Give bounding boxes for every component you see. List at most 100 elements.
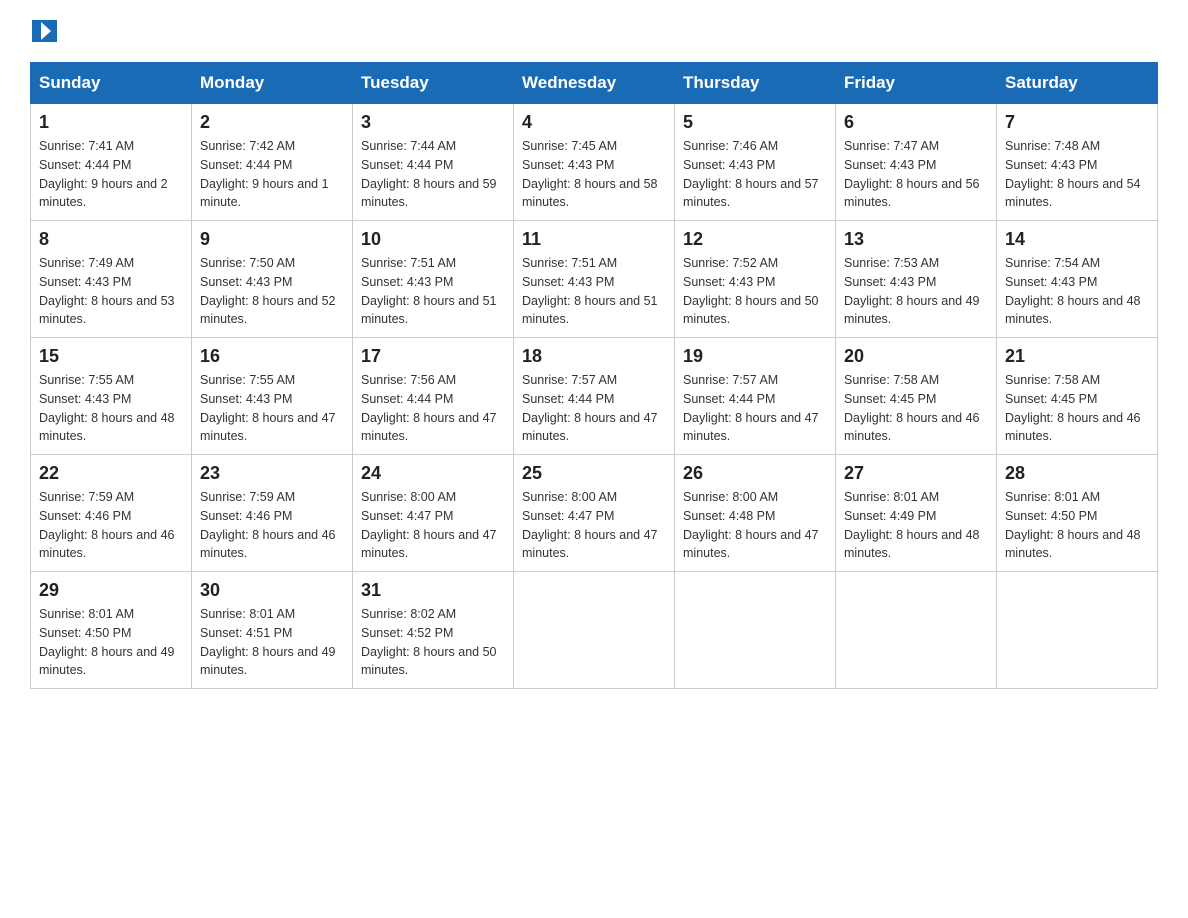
day-info: Sunrise: 7:59 AMSunset: 4:46 PMDaylight:… bbox=[200, 488, 344, 563]
day-info: Sunrise: 7:50 AMSunset: 4:43 PMDaylight:… bbox=[200, 254, 344, 329]
day-info: Sunrise: 8:01 AMSunset: 4:49 PMDaylight:… bbox=[844, 488, 988, 563]
weekday-monday: Monday bbox=[192, 63, 353, 104]
week-row-3: 15 Sunrise: 7:55 AMSunset: 4:43 PMDaylig… bbox=[31, 338, 1158, 455]
calendar-cell: 29 Sunrise: 8:01 AMSunset: 4:50 PMDaylig… bbox=[31, 572, 192, 689]
day-number: 28 bbox=[1005, 463, 1149, 484]
calendar-cell: 16 Sunrise: 7:55 AMSunset: 4:43 PMDaylig… bbox=[192, 338, 353, 455]
calendar-cell: 22 Sunrise: 7:59 AMSunset: 4:46 PMDaylig… bbox=[31, 455, 192, 572]
calendar-cell: 23 Sunrise: 7:59 AMSunset: 4:46 PMDaylig… bbox=[192, 455, 353, 572]
calendar-cell: 8 Sunrise: 7:49 AMSunset: 4:43 PMDayligh… bbox=[31, 221, 192, 338]
day-info: Sunrise: 7:52 AMSunset: 4:43 PMDaylight:… bbox=[683, 254, 827, 329]
calendar-cell: 7 Sunrise: 7:48 AMSunset: 4:43 PMDayligh… bbox=[997, 104, 1158, 221]
day-info: Sunrise: 7:51 AMSunset: 4:43 PMDaylight:… bbox=[361, 254, 505, 329]
day-number: 18 bbox=[522, 346, 666, 367]
day-info: Sunrise: 8:01 AMSunset: 4:50 PMDaylight:… bbox=[1005, 488, 1149, 563]
day-number: 29 bbox=[39, 580, 183, 601]
day-number: 27 bbox=[844, 463, 988, 484]
calendar-cell: 27 Sunrise: 8:01 AMSunset: 4:49 PMDaylig… bbox=[836, 455, 997, 572]
calendar-table: SundayMondayTuesdayWednesdayThursdayFrid… bbox=[30, 62, 1158, 689]
day-info: Sunrise: 7:47 AMSunset: 4:43 PMDaylight:… bbox=[844, 137, 988, 212]
logo bbox=[30, 20, 57, 44]
calendar-cell: 21 Sunrise: 7:58 AMSunset: 4:45 PMDaylig… bbox=[997, 338, 1158, 455]
calendar-cell: 4 Sunrise: 7:45 AMSunset: 4:43 PMDayligh… bbox=[514, 104, 675, 221]
calendar-cell: 10 Sunrise: 7:51 AMSunset: 4:43 PMDaylig… bbox=[353, 221, 514, 338]
logo-blue-box bbox=[32, 20, 57, 42]
day-info: Sunrise: 7:44 AMSunset: 4:44 PMDaylight:… bbox=[361, 137, 505, 212]
calendar-cell: 9 Sunrise: 7:50 AMSunset: 4:43 PMDayligh… bbox=[192, 221, 353, 338]
week-row-5: 29 Sunrise: 8:01 AMSunset: 4:50 PMDaylig… bbox=[31, 572, 1158, 689]
day-number: 8 bbox=[39, 229, 183, 250]
day-info: Sunrise: 7:49 AMSunset: 4:43 PMDaylight:… bbox=[39, 254, 183, 329]
day-number: 11 bbox=[522, 229, 666, 250]
day-number: 22 bbox=[39, 463, 183, 484]
day-number: 13 bbox=[844, 229, 988, 250]
weekday-thursday: Thursday bbox=[675, 63, 836, 104]
calendar-cell: 30 Sunrise: 8:01 AMSunset: 4:51 PMDaylig… bbox=[192, 572, 353, 689]
day-number: 1 bbox=[39, 112, 183, 133]
day-number: 14 bbox=[1005, 229, 1149, 250]
calendar-cell: 1 Sunrise: 7:41 AMSunset: 4:44 PMDayligh… bbox=[31, 104, 192, 221]
weekday-tuesday: Tuesday bbox=[353, 63, 514, 104]
day-number: 20 bbox=[844, 346, 988, 367]
calendar-cell: 12 Sunrise: 7:52 AMSunset: 4:43 PMDaylig… bbox=[675, 221, 836, 338]
calendar-cell bbox=[997, 572, 1158, 689]
week-row-1: 1 Sunrise: 7:41 AMSunset: 4:44 PMDayligh… bbox=[31, 104, 1158, 221]
day-number: 16 bbox=[200, 346, 344, 367]
calendar-cell: 18 Sunrise: 7:57 AMSunset: 4:44 PMDaylig… bbox=[514, 338, 675, 455]
day-number: 3 bbox=[361, 112, 505, 133]
day-info: Sunrise: 7:42 AMSunset: 4:44 PMDaylight:… bbox=[200, 137, 344, 212]
calendar-cell: 17 Sunrise: 7:56 AMSunset: 4:44 PMDaylig… bbox=[353, 338, 514, 455]
day-info: Sunrise: 7:46 AMSunset: 4:43 PMDaylight:… bbox=[683, 137, 827, 212]
day-number: 17 bbox=[361, 346, 505, 367]
calendar-cell: 3 Sunrise: 7:44 AMSunset: 4:44 PMDayligh… bbox=[353, 104, 514, 221]
day-info: Sunrise: 7:51 AMSunset: 4:43 PMDaylight:… bbox=[522, 254, 666, 329]
weekday-row: SundayMondayTuesdayWednesdayThursdayFrid… bbox=[31, 63, 1158, 104]
day-info: Sunrise: 8:00 AMSunset: 4:47 PMDaylight:… bbox=[522, 488, 666, 563]
day-info: Sunrise: 7:58 AMSunset: 4:45 PMDaylight:… bbox=[1005, 371, 1149, 446]
day-info: Sunrise: 7:57 AMSunset: 4:44 PMDaylight:… bbox=[683, 371, 827, 446]
calendar-cell: 15 Sunrise: 7:55 AMSunset: 4:43 PMDaylig… bbox=[31, 338, 192, 455]
day-info: Sunrise: 7:41 AMSunset: 4:44 PMDaylight:… bbox=[39, 137, 183, 212]
logo-arrow-icon bbox=[41, 22, 51, 40]
day-number: 9 bbox=[200, 229, 344, 250]
day-number: 23 bbox=[200, 463, 344, 484]
weekday-friday: Friday bbox=[836, 63, 997, 104]
weekday-sunday: Sunday bbox=[31, 63, 192, 104]
weekday-saturday: Saturday bbox=[997, 63, 1158, 104]
day-info: Sunrise: 7:53 AMSunset: 4:43 PMDaylight:… bbox=[844, 254, 988, 329]
day-number: 26 bbox=[683, 463, 827, 484]
day-number: 12 bbox=[683, 229, 827, 250]
calendar-cell: 31 Sunrise: 8:02 AMSunset: 4:52 PMDaylig… bbox=[353, 572, 514, 689]
calendar-cell: 19 Sunrise: 7:57 AMSunset: 4:44 PMDaylig… bbox=[675, 338, 836, 455]
day-number: 5 bbox=[683, 112, 827, 133]
calendar-cell: 28 Sunrise: 8:01 AMSunset: 4:50 PMDaylig… bbox=[997, 455, 1158, 572]
logo-text bbox=[30, 20, 57, 42]
calendar-cell: 26 Sunrise: 8:00 AMSunset: 4:48 PMDaylig… bbox=[675, 455, 836, 572]
day-info: Sunrise: 7:55 AMSunset: 4:43 PMDaylight:… bbox=[39, 371, 183, 446]
day-number: 2 bbox=[200, 112, 344, 133]
day-info: Sunrise: 7:48 AMSunset: 4:43 PMDaylight:… bbox=[1005, 137, 1149, 212]
calendar-cell: 5 Sunrise: 7:46 AMSunset: 4:43 PMDayligh… bbox=[675, 104, 836, 221]
calendar-cell bbox=[675, 572, 836, 689]
calendar-cell bbox=[514, 572, 675, 689]
day-number: 4 bbox=[522, 112, 666, 133]
calendar-cell: 11 Sunrise: 7:51 AMSunset: 4:43 PMDaylig… bbox=[514, 221, 675, 338]
day-number: 7 bbox=[1005, 112, 1149, 133]
week-row-2: 8 Sunrise: 7:49 AMSunset: 4:43 PMDayligh… bbox=[31, 221, 1158, 338]
calendar-cell: 6 Sunrise: 7:47 AMSunset: 4:43 PMDayligh… bbox=[836, 104, 997, 221]
day-info: Sunrise: 8:01 AMSunset: 4:51 PMDaylight:… bbox=[200, 605, 344, 680]
calendar-cell: 2 Sunrise: 7:42 AMSunset: 4:44 PMDayligh… bbox=[192, 104, 353, 221]
calendar-cell: 14 Sunrise: 7:54 AMSunset: 4:43 PMDaylig… bbox=[997, 221, 1158, 338]
week-row-4: 22 Sunrise: 7:59 AMSunset: 4:46 PMDaylig… bbox=[31, 455, 1158, 572]
day-number: 10 bbox=[361, 229, 505, 250]
day-info: Sunrise: 7:55 AMSunset: 4:43 PMDaylight:… bbox=[200, 371, 344, 446]
calendar-header: SundayMondayTuesdayWednesdayThursdayFrid… bbox=[31, 63, 1158, 104]
weekday-wednesday: Wednesday bbox=[514, 63, 675, 104]
day-info: Sunrise: 7:45 AMSunset: 4:43 PMDaylight:… bbox=[522, 137, 666, 212]
day-info: Sunrise: 7:58 AMSunset: 4:45 PMDaylight:… bbox=[844, 371, 988, 446]
day-number: 19 bbox=[683, 346, 827, 367]
calendar-cell bbox=[836, 572, 997, 689]
calendar-cell: 13 Sunrise: 7:53 AMSunset: 4:43 PMDaylig… bbox=[836, 221, 997, 338]
day-info: Sunrise: 7:56 AMSunset: 4:44 PMDaylight:… bbox=[361, 371, 505, 446]
calendar-cell: 24 Sunrise: 8:00 AMSunset: 4:47 PMDaylig… bbox=[353, 455, 514, 572]
